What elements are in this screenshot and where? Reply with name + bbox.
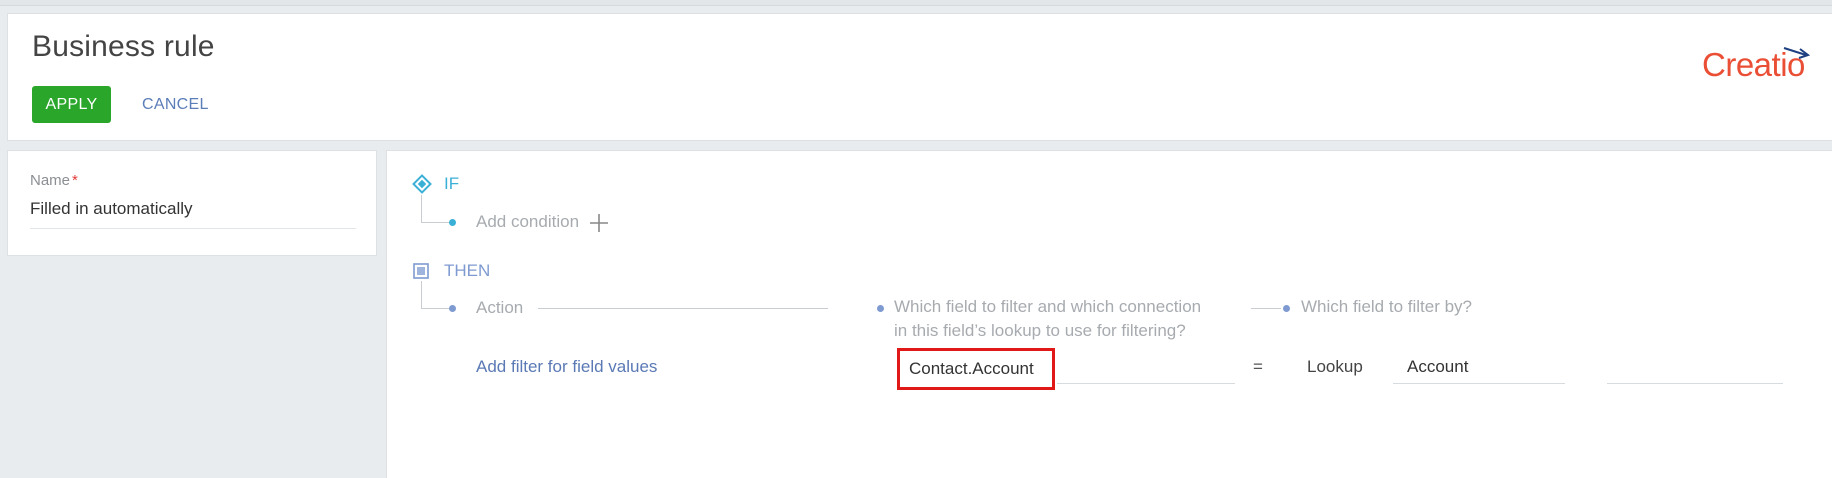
top-bar — [0, 0, 1832, 6]
action-header: Action — [476, 298, 524, 317]
if-connector — [421, 195, 422, 223]
filter-field-dot — [877, 305, 884, 312]
creatio-logo: Creatio — [1702, 38, 1822, 88]
filter-by-input[interactable]: Account — [1407, 357, 1468, 377]
extra-value-field[interactable] — [1607, 383, 1783, 384]
name-panel: Name * Filled in automatically — [7, 150, 377, 256]
filter-field-input[interactable]: Contact.Account — [897, 348, 1055, 390]
then-square-icon — [413, 263, 429, 279]
filter-by-header-line — [1251, 308, 1281, 309]
filter-by-underline — [1393, 383, 1565, 384]
if-diamond-icon — [412, 174, 432, 194]
value-type-selector[interactable]: Lookup — [1307, 357, 1363, 377]
page-title: Business rule — [32, 30, 215, 63]
logo-arrow-icon — [1783, 47, 1811, 59]
then-connector — [421, 281, 422, 309]
name-field-underline — [30, 228, 356, 229]
if-label: IF — [444, 174, 460, 193]
name-field[interactable]: Filled in automatically — [30, 199, 193, 219]
required-mark: * — [72, 172, 78, 189]
action-type-link[interactable]: Add filter for field values — [476, 357, 657, 377]
operator-label: = — [1253, 357, 1263, 376]
then-label: THEN — [444, 261, 491, 280]
add-condition-plus-icon[interactable] — [588, 212, 610, 234]
action-header-line — [538, 308, 828, 309]
filter-by-header: Which field to filter by? — [1301, 297, 1473, 316]
filter-field-value: Contact.Account — [909, 359, 1034, 378]
rule-editor: IF Add condition THEN Action Which field… — [386, 150, 1832, 478]
cancel-button[interactable]: CANCEL — [138, 86, 213, 123]
apply-button[interactable]: APPLY — [32, 86, 111, 123]
filter-by-dot — [1283, 305, 1290, 312]
name-label: Name * — [30, 172, 78, 189]
action-dot — [449, 305, 456, 312]
condition-dot — [449, 219, 456, 226]
add-condition-link[interactable]: Add condition — [476, 212, 579, 232]
page-header: Business rule APPLY CANCEL Creatio — [7, 13, 1832, 141]
filter-connection-field[interactable] — [1057, 383, 1235, 384]
filter-field-header: Which field to filter and which connecti… — [894, 297, 1202, 340]
